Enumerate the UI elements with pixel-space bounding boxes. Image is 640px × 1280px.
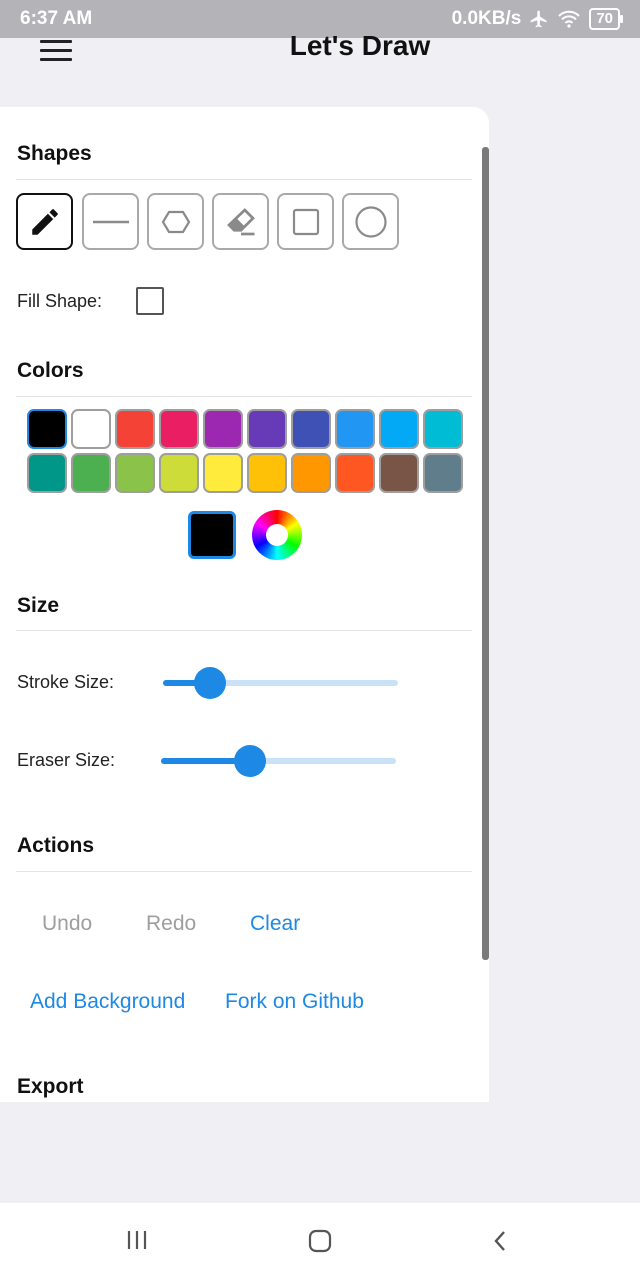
stroke-size-label: Stroke Size: bbox=[17, 672, 115, 692]
eraser-size-slider[interactable] bbox=[161, 745, 396, 777]
battery-indicator: 70 bbox=[589, 8, 623, 30]
color-swatch[interactable] bbox=[159, 453, 199, 493]
color-swatch[interactable] bbox=[335, 453, 375, 493]
recents-icon[interactable] bbox=[126, 1229, 148, 1251]
clear-button[interactable]: Clear bbox=[250, 912, 300, 936]
status-right: 0.0KB/s 70 bbox=[451, 8, 623, 30]
drawer-scrollbar[interactable] bbox=[482, 147, 489, 960]
fill-shape-checkbox[interactable] bbox=[136, 287, 164, 315]
selected-color-preview[interactable] bbox=[188, 511, 236, 559]
add-background-button[interactable]: Add Background bbox=[30, 990, 185, 1014]
wifi-icon bbox=[558, 10, 581, 28]
app-bar: Let's Draw bbox=[0, 30, 640, 78]
eraser-size-thumb[interactable] bbox=[234, 745, 267, 777]
color-swatch[interactable] bbox=[71, 409, 111, 449]
system-nav-bar bbox=[0, 1203, 640, 1280]
hexagon-tool-button[interactable] bbox=[147, 193, 204, 250]
line-tool-button[interactable] bbox=[82, 193, 139, 250]
eraser-icon bbox=[226, 207, 255, 235]
color-swatch[interactable] bbox=[203, 409, 243, 449]
color-swatch[interactable] bbox=[247, 453, 287, 493]
color-wheel-icon[interactable] bbox=[252, 510, 302, 560]
settings-drawer: Shapes Fill Shape: Colors Size Stroke Si… bbox=[0, 107, 489, 1102]
network-speed: 0.0KB/s bbox=[451, 8, 522, 29]
color-swatch[interactable] bbox=[291, 409, 331, 449]
export-section-title: Export bbox=[17, 1075, 84, 1098]
square-icon bbox=[292, 208, 319, 235]
line-icon bbox=[92, 220, 129, 223]
colors-divider bbox=[16, 396, 472, 397]
color-swatch[interactable] bbox=[423, 453, 463, 493]
color-swatch[interactable] bbox=[423, 409, 463, 449]
redo-button[interactable]: Redo bbox=[146, 912, 196, 936]
colors-section-title: Colors bbox=[17, 359, 84, 382]
circle-icon bbox=[354, 205, 387, 238]
status-time: 6:37 AM bbox=[20, 8, 93, 29]
color-swatch[interactable] bbox=[71, 453, 111, 493]
stroke-size-thumb[interactable] bbox=[194, 667, 226, 699]
hamburger-menu-icon[interactable] bbox=[40, 40, 72, 62]
color-swatch[interactable] bbox=[115, 453, 155, 493]
color-swatch[interactable] bbox=[27, 453, 67, 493]
actions-section-title: Actions bbox=[17, 834, 95, 857]
shapes-section-title: Shapes bbox=[17, 142, 92, 165]
size-divider bbox=[16, 630, 472, 631]
undo-button[interactable]: Undo bbox=[42, 912, 92, 936]
home-icon[interactable] bbox=[308, 1229, 332, 1253]
eraser-tool-button[interactable] bbox=[212, 193, 269, 250]
stroke-size-slider[interactable] bbox=[163, 667, 398, 699]
app-title: Let's Draw bbox=[289, 30, 431, 61]
actions-divider bbox=[16, 871, 472, 872]
shapes-divider bbox=[16, 179, 472, 180]
circle-tool-button[interactable] bbox=[342, 193, 399, 250]
airplane-icon bbox=[530, 10, 547, 28]
size-section-title: Size bbox=[17, 594, 60, 617]
color-swatch[interactable] bbox=[379, 453, 419, 493]
square-tool-button[interactable] bbox=[277, 193, 334, 250]
pencil-tool-button[interactable] bbox=[16, 193, 73, 250]
color-swatch[interactable] bbox=[379, 409, 419, 449]
pencil-icon bbox=[31, 208, 58, 235]
color-swatch[interactable] bbox=[203, 453, 243, 493]
fork-on-github-button[interactable]: Fork on Github bbox=[225, 990, 364, 1014]
color-swatch[interactable] bbox=[247, 409, 287, 449]
color-swatch[interactable] bbox=[27, 409, 67, 449]
fill-shape-label: Fill Shape: bbox=[17, 291, 103, 311]
eraser-size-label: Eraser Size: bbox=[17, 750, 116, 770]
color-swatch[interactable] bbox=[335, 409, 375, 449]
back-icon[interactable] bbox=[492, 1229, 508, 1253]
color-swatch[interactable] bbox=[115, 409, 155, 449]
hexagon-icon bbox=[161, 210, 190, 233]
color-swatch[interactable] bbox=[291, 453, 331, 493]
color-swatch[interactable] bbox=[159, 409, 199, 449]
